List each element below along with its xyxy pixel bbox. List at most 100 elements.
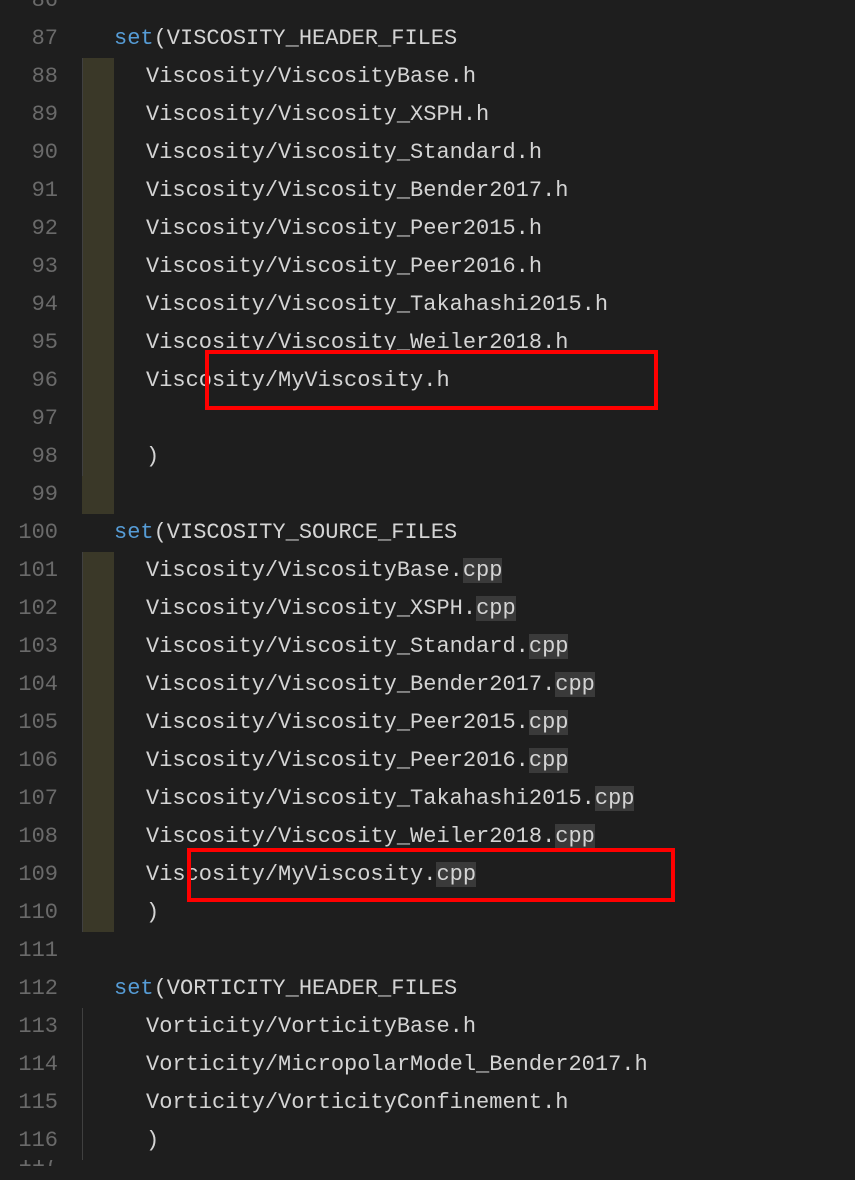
indent-guide (82, 286, 83, 324)
code-token: Viscosity/Viscosity_Peer2016. (146, 748, 529, 773)
line-number: 108 (10, 818, 58, 856)
code-token: Viscosity/MyViscosity.h (146, 368, 450, 393)
code-line[interactable]: set(VORTICITY_HEADER_FILES (82, 970, 855, 1008)
line-number: 112 (10, 970, 58, 1008)
code-line[interactable]: Viscosity/Viscosity_Takahashi2015.h (82, 286, 855, 324)
code-line[interactable]: Viscosity/MyViscosity.cpp (82, 856, 855, 894)
code-line[interactable]: Viscosity/ViscosityBase.h (82, 58, 855, 96)
code-token: Vorticity/MicropolarModel_Bender2017.h (146, 1052, 648, 1077)
line-number: 96 (10, 362, 58, 400)
indent-guide (82, 590, 83, 628)
code-line[interactable]: Vorticity/MicropolarModel_Bender2017.h (82, 1046, 855, 1084)
modified-indicator (82, 58, 114, 96)
code-token: Viscosity/MyViscosity. (146, 862, 436, 887)
modified-indicator (82, 704, 114, 742)
code-token: set (114, 520, 154, 545)
modified-indicator (82, 666, 114, 704)
code-line[interactable]: ) (82, 1122, 855, 1160)
indent-guide (82, 856, 83, 894)
modified-indicator (82, 134, 114, 172)
code-line[interactable]: Vorticity/VorticityBase.h (82, 1008, 855, 1046)
indent-guide (82, 894, 83, 932)
code-line[interactable]: Viscosity/Viscosity_Weiler2018.cpp (82, 818, 855, 856)
line-number: 116 (10, 1122, 58, 1160)
code-line[interactable]: set(VISCOSITY_HEADER_FILES (82, 20, 855, 58)
code-token: cpp (555, 824, 595, 849)
line-number-gutter: 8687888990919293949596979899100101102103… (0, 0, 76, 1177)
code-editor[interactable]: 8687888990919293949596979899100101102103… (0, 0, 855, 1177)
modified-indicator (82, 818, 114, 856)
indent-guide (82, 704, 83, 742)
modified-indicator (82, 248, 114, 286)
line-number: 107 (10, 780, 58, 818)
code-line[interactable]: Viscosity/Viscosity_Peer2016.cpp (82, 742, 855, 780)
modified-indicator (82, 210, 114, 248)
code-line[interactable] (82, 476, 855, 514)
modified-indicator (82, 780, 114, 818)
code-line[interactable] (82, 400, 855, 438)
code-line[interactable]: Viscosity/Viscosity_Bender2017.h (82, 172, 855, 210)
indent-guide (82, 324, 83, 362)
modified-indicator (82, 324, 114, 362)
line-number: 114 (10, 1046, 58, 1084)
code-token: cpp (529, 710, 569, 735)
line-number: 109 (10, 856, 58, 894)
line-number: 95 (10, 324, 58, 362)
code-line[interactable]: Viscosity/Viscosity_XSPH.h (82, 96, 855, 134)
indent-guide (82, 210, 83, 248)
line-number: 89 (10, 96, 58, 134)
code-token: cpp (595, 786, 635, 811)
code-line[interactable]: ) (82, 894, 855, 932)
line-number: 87 (10, 20, 58, 58)
modified-indicator (82, 894, 114, 932)
indent-guide (82, 134, 83, 172)
line-number: 93 (10, 248, 58, 286)
code-line[interactable] (82, 0, 855, 20)
modified-indicator (82, 286, 114, 324)
code-token: Viscosity/Viscosity_Takahashi2015.h (146, 292, 608, 317)
indent-guide (82, 248, 83, 286)
code-line[interactable]: Viscosity/Viscosity_Standard.cpp (82, 628, 855, 666)
code-token: ) (146, 1128, 159, 1153)
line-number: 90 (10, 134, 58, 172)
code-line[interactable]: Viscosity/Viscosity_Peer2015.cpp (82, 704, 855, 742)
code-line[interactable]: Viscosity/MyViscosity.h (82, 362, 855, 400)
code-token: cpp (529, 748, 569, 773)
modified-indicator (82, 628, 114, 666)
code-token: Viscosity/Viscosity_Standard. (146, 634, 529, 659)
code-token: Viscosity/Viscosity_Bender2017.h (146, 178, 568, 203)
code-token: Viscosity/Viscosity_Standard.h (146, 140, 542, 165)
code-line[interactable]: ) (82, 438, 855, 476)
modified-indicator (82, 856, 114, 894)
line-number: 104 (10, 666, 58, 704)
code-line[interactable]: set(VISCOSITY_SOURCE_FILES (82, 514, 855, 552)
line-number: 117 (10, 1160, 58, 1180)
line-number: 92 (10, 210, 58, 248)
code-line[interactable]: Viscosity/Viscosity_Peer2016.h (82, 248, 855, 286)
code-line[interactable]: Viscosity/Viscosity_Weiler2018.h (82, 324, 855, 362)
modified-indicator (82, 742, 114, 780)
code-line[interactable]: Viscosity/Viscosity_Bender2017.cpp (82, 666, 855, 704)
code-token: ) (146, 444, 159, 469)
code-token: cpp (555, 672, 595, 697)
indent-guide (82, 1008, 83, 1046)
indent-guide (82, 172, 83, 210)
code-line[interactable]: Viscosity/ViscosityBase.cpp (82, 552, 855, 590)
code-token: (VORTICITY_HEADER_FILES (154, 976, 458, 1001)
code-area[interactable]: set(VISCOSITY_HEADER_FILESViscosity/Visc… (76, 0, 855, 1177)
line-number: 101 (10, 552, 58, 590)
code-line[interactable] (82, 932, 855, 970)
code-token: Viscosity/Viscosity_Takahashi2015. (146, 786, 595, 811)
line-number: 88 (10, 58, 58, 96)
code-line[interactable]: Viscosity/Viscosity_XSPH.cpp (82, 590, 855, 628)
code-line[interactable] (82, 1160, 855, 1180)
code-line[interactable]: Viscosity/Viscosity_Standard.h (82, 134, 855, 172)
code-token: Viscosity/Viscosity_Peer2015. (146, 710, 529, 735)
modified-indicator (82, 476, 114, 514)
modified-indicator (82, 96, 114, 134)
code-line[interactable]: Vorticity/VorticityConfinement.h (82, 1084, 855, 1122)
line-number: 105 (10, 704, 58, 742)
code-line[interactable]: Viscosity/Viscosity_Takahashi2015.cpp (82, 780, 855, 818)
line-number: 97 (10, 400, 58, 438)
code-line[interactable]: Viscosity/Viscosity_Peer2015.h (82, 210, 855, 248)
